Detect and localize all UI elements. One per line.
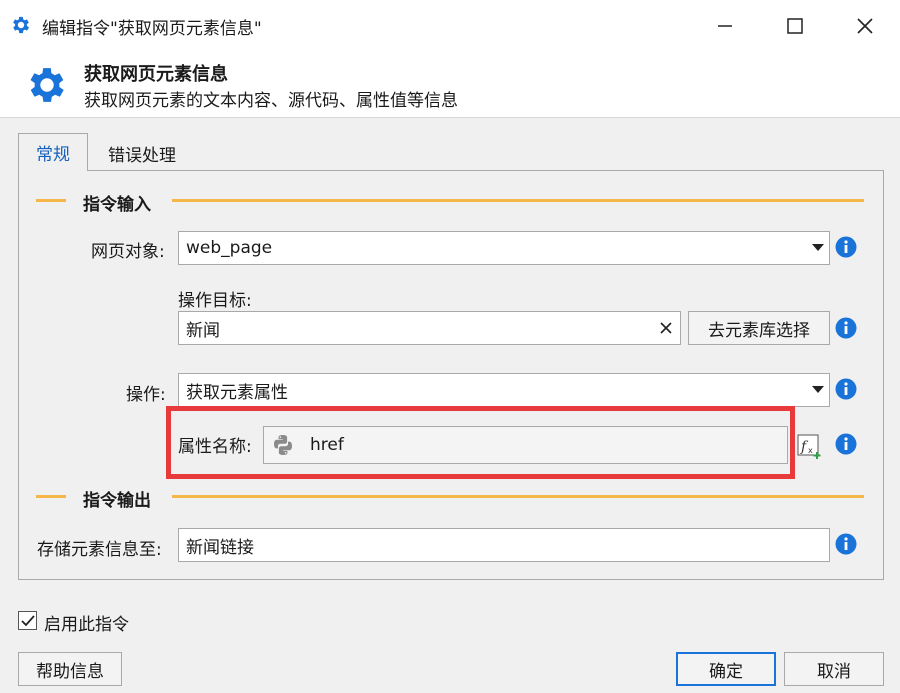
store-label: 存储元素信息至: (37, 540, 162, 560)
section-divider (172, 495, 864, 498)
info-icon[interactable] (835, 378, 857, 400)
gear-icon (30, 68, 64, 102)
close-icon (857, 18, 873, 34)
enable-label[interactable]: 启用此指令 (44, 610, 129, 635)
info-icon[interactable] (835, 317, 857, 339)
check-icon (20, 614, 35, 626)
chevron-down-icon (807, 374, 829, 406)
window-title: 编辑指令"获取网页元素信息" (42, 19, 262, 39)
highlight-box (166, 406, 795, 479)
enable-checkbox[interactable] (18, 611, 37, 630)
minimize-button[interactable] (690, 0, 760, 52)
store-value: 新闻链接 (186, 537, 254, 558)
header-subtitle: 获取网页元素的文本内容、源代码、属性值等信息 (84, 91, 458, 111)
maximize-icon (787, 18, 803, 34)
target-label: 操作目标: (178, 291, 252, 311)
section-title-output: 指令输出 (83, 491, 151, 511)
store-variable-input[interactable]: 新闻链接 (178, 528, 830, 562)
gear-icon (13, 16, 29, 34)
operation-label: 操作: (126, 385, 166, 405)
tab-general[interactable]: 常规 (18, 133, 88, 171)
help-button[interactable]: 帮助信息 (18, 652, 122, 686)
target-value: 新闻 (186, 320, 220, 341)
tab-label: 常规 (36, 145, 70, 165)
section-divider (36, 495, 66, 498)
chevron-down-icon (807, 232, 829, 264)
tab-label: 错误处理 (108, 145, 176, 166)
operation-select[interactable]: 获取元素属性 (178, 373, 830, 407)
section-divider (172, 199, 864, 202)
element-library-button[interactable]: 去元素库选择 (688, 311, 830, 345)
close-button[interactable] (830, 0, 900, 52)
tab-error-handling[interactable]: 错误处理 (92, 137, 192, 169)
minimize-icon (718, 25, 732, 27)
ok-button[interactable]: 确定 (676, 652, 776, 686)
operation-value: 获取元素属性 (186, 382, 288, 403)
web-object-value: web_page (186, 238, 273, 258)
title-bar: 编辑指令"获取网页元素信息" (0, 0, 900, 52)
function-icon[interactable]: f x (797, 434, 823, 460)
section-divider (36, 199, 66, 202)
maximize-button[interactable] (760, 0, 830, 52)
cancel-button[interactable]: 取消 (784, 652, 884, 686)
info-icon[interactable] (835, 433, 857, 455)
info-icon[interactable] (835, 236, 857, 258)
header-title: 获取网页元素信息 (84, 64, 228, 85)
clear-icon[interactable] (652, 312, 680, 344)
section-title-input: 指令输入 (83, 195, 151, 215)
web-object-label: 网页对象: (91, 242, 165, 262)
svg-text:x: x (808, 446, 813, 455)
target-input[interactable]: 新闻 (178, 311, 681, 345)
info-icon[interactable] (835, 533, 857, 555)
web-object-select[interactable]: web_page (178, 231, 830, 265)
header-banner: 获取网页元素信息 获取网页元素的文本内容、源代码、属性值等信息 (0, 52, 900, 118)
